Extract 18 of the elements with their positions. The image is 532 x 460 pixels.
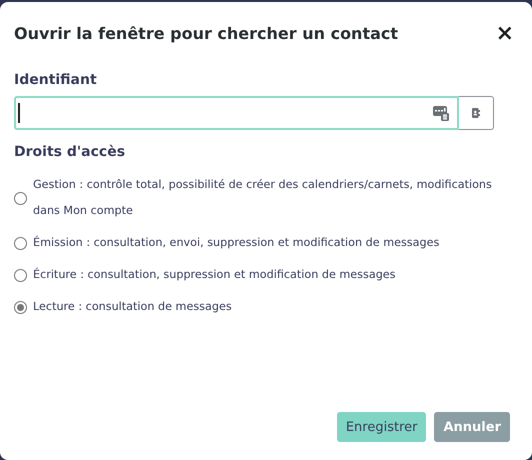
section-heading: Droits d'accès: [14, 144, 126, 160]
option-label: Lecture : consultation de messages: [33, 299, 233, 315]
keyboard-icon[interactable]: [433, 105, 449, 121]
address-book-icon: [472, 108, 480, 118]
option-label: Gestion : contrôle total, possibilité de créer des calendriers/carnets, modifications dans Mon compte: [33, 177, 493, 219]
close-button[interactable]: ×: [492, 20, 518, 46]
save-button[interactable]: Enregistrer: [336, 412, 426, 442]
field-label: Identifiant: [14, 72, 98, 88]
dialog-title: Ouvrir la fenêtre pour chercher un contact: [14, 24, 398, 42]
radio-button[interactable]: [14, 192, 27, 204]
option-label: Émission : consultation, envoi, suppression et modification de messages: [33, 234, 440, 251]
text-cursor: [18, 103, 20, 123]
identifier-field[interactable]: [14, 96, 459, 130]
address-book-button[interactable]: [459, 96, 494, 130]
radio-button[interactable]: [14, 236, 27, 250]
option-label: Écriture : consultation, suppression et modification de messages: [33, 266, 397, 283]
radio-button[interactable]: [14, 268, 27, 282]
radio-button[interactable]: [14, 300, 27, 314]
